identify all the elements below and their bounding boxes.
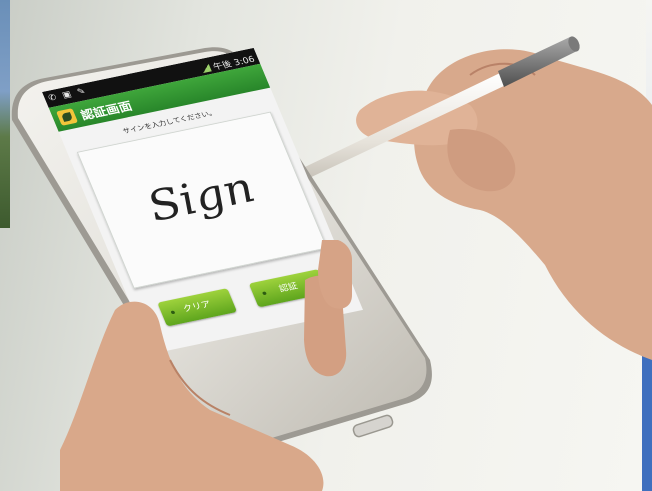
signal-icon	[200, 64, 213, 74]
left-hand	[60, 240, 352, 491]
photo-scene: ✆ ▣ ✎ 午後 3:06 認証画面 サインを入力してください。 Sign クリ…	[0, 0, 652, 491]
signature-stroke: Sign	[139, 163, 262, 231]
app-logo-icon	[55, 108, 79, 126]
page-title: 認証画面	[78, 99, 135, 123]
